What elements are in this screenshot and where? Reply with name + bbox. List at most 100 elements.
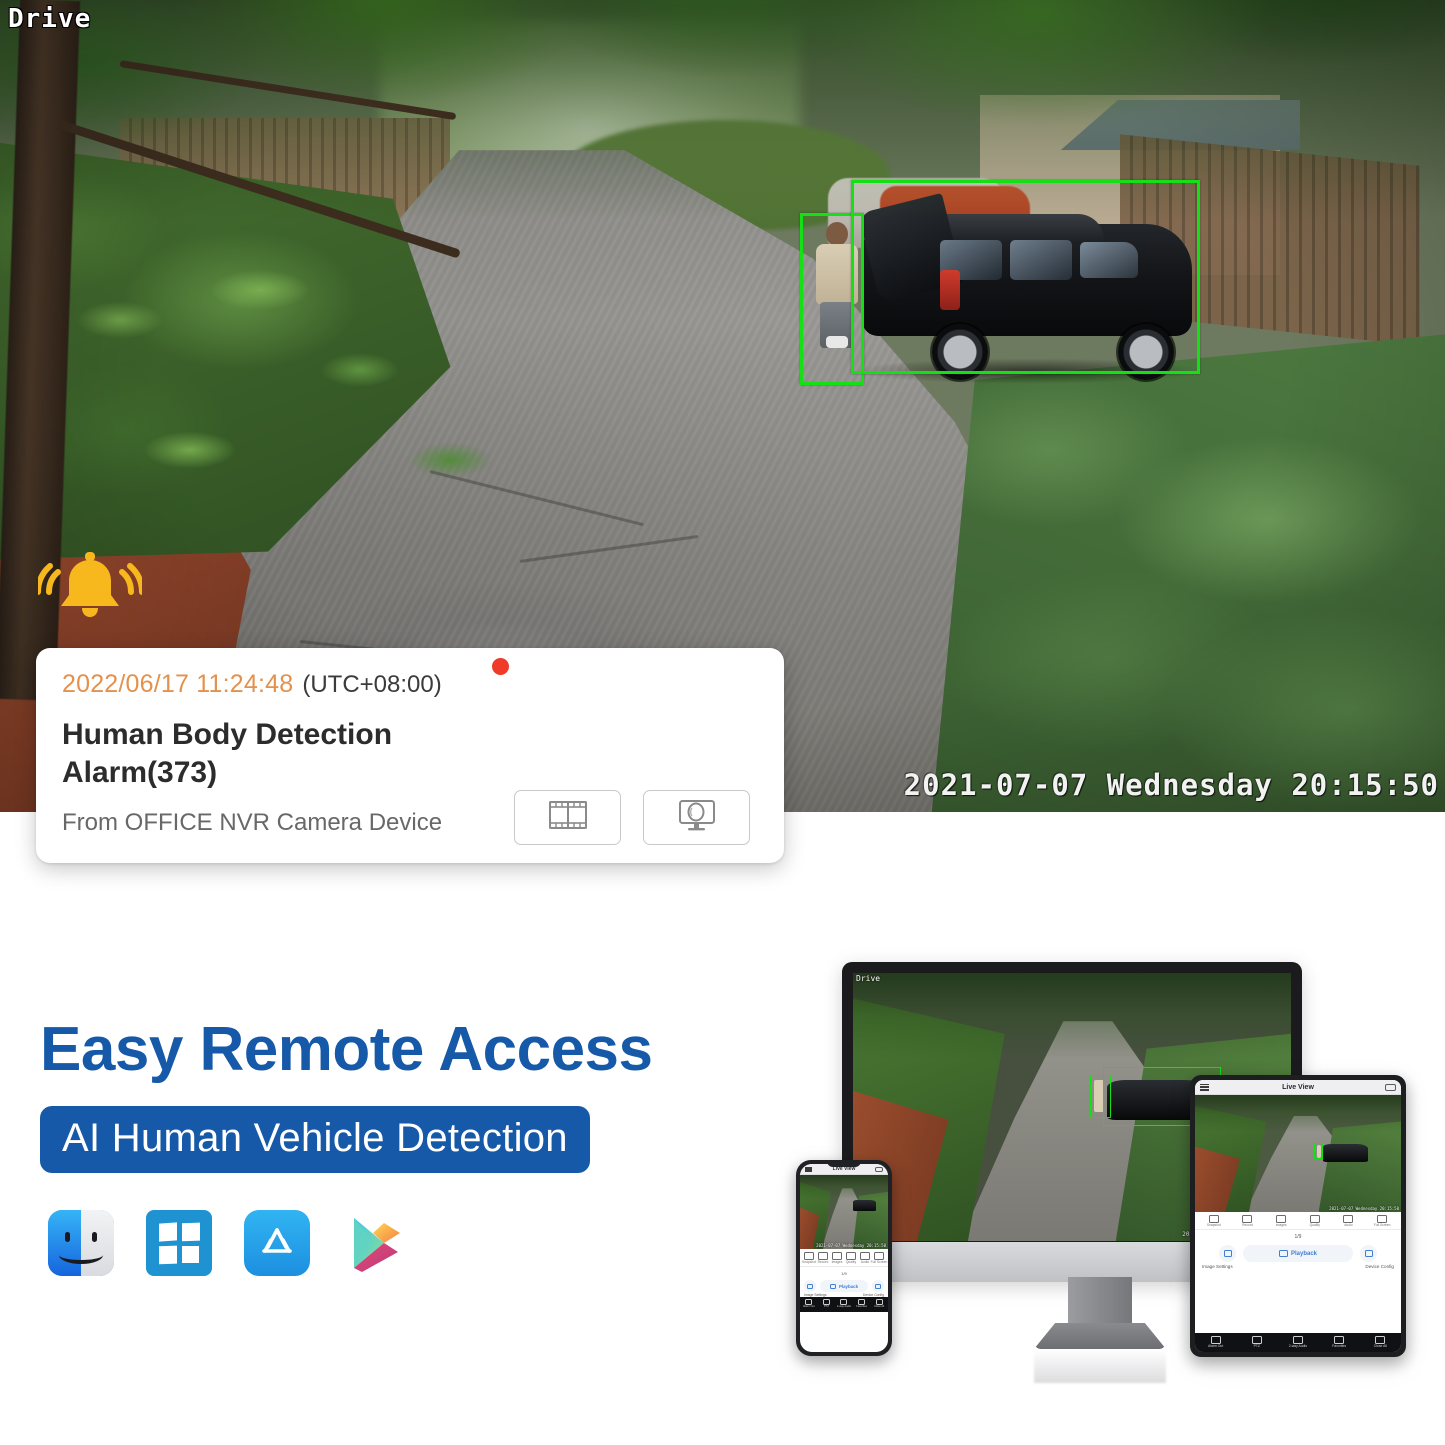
playback-button[interactable]: Playback <box>820 1280 868 1293</box>
live-view-button[interactable] <box>643 790 750 845</box>
nav-label: Close All <box>874 1305 885 1309</box>
unread-indicator-dot <box>492 658 509 675</box>
nav-label: 2-way Audio <box>836 1305 852 1309</box>
nav-item-favorites[interactable]: Favorites <box>1320 1335 1359 1348</box>
toolbar-item-record[interactable]: Record <box>816 1252 829 1264</box>
hamburger-menu-icon[interactable] <box>1200 1083 1209 1091</box>
hamburger-menu-icon[interactable] <box>805 1166 812 1172</box>
image-settings-button[interactable] <box>1219 1245 1236 1263</box>
images-icon <box>1276 1215 1287 1223</box>
nav-item-ptz[interactable]: PTZ <box>1237 1335 1276 1348</box>
device-config-button[interactable] <box>872 1280 884 1293</box>
phone-screen[interactable]: Live View 2021-07-07 Wednesday 20:15:50 … <box>800 1164 888 1352</box>
tablet-action-labels: Image Settings Device Config <box>1195 1262 1401 1269</box>
phone-bottom-nav: Alarm Out PTZ 2-way Audio Favorites Clos… <box>800 1297 888 1312</box>
phone-notch <box>827 1160 861 1167</box>
alarm-notification-card[interactable]: 2022/06/17 11:24:48 (UTC+08:00) Human Bo… <box>36 648 784 863</box>
nav-item-two-way-audio[interactable]: 2-way Audio <box>1278 1335 1317 1348</box>
close-all-icon <box>1375 1335 1386 1344</box>
bush-right <box>930 330 1445 812</box>
film-strip-icon <box>547 799 589 836</box>
toolbar-item-snapshot[interactable]: Snapshot <box>802 1252 816 1264</box>
device-config-button[interactable] <box>1360 1245 1377 1263</box>
toolbar-label: Full Screen <box>870 1260 888 1264</box>
tablet-video-pane[interactable]: 2021-07-07 Wednesday 20:15:50 <box>1195 1095 1401 1212</box>
toolbar-label: Quality <box>1309 1223 1320 1227</box>
toolbar-item-fullscreen[interactable]: Full Screen <box>870 1252 888 1264</box>
toolbar-label: Images <box>1275 1223 1287 1227</box>
phone-action-row: Playback <box>800 1278 888 1293</box>
nav-item-ptz[interactable]: PTZ <box>818 1299 835 1309</box>
finder-eye <box>65 1232 70 1242</box>
tablet-content-spacer <box>1195 1269 1401 1333</box>
nav-label: Alarm Out <box>1207 1343 1224 1348</box>
app-store-icon[interactable] <box>244 1210 310 1276</box>
nav-item-two-way-audio[interactable]: 2-way Audio <box>836 1299 853 1309</box>
image-settings-label: Image Settings <box>804 1293 827 1298</box>
windows-pane <box>181 1222 199 1241</box>
alarm-out-icon <box>1210 1335 1221 1344</box>
tablet-mockup: Live View 2021-07-07 Wednesday 20:15:50 <box>1190 1075 1406 1357</box>
macos-finder-icon[interactable] <box>48 1210 114 1276</box>
two-way-audio-icon <box>1292 1335 1303 1344</box>
record-icon <box>818 1252 828 1260</box>
toolbar-item-audio[interactable]: Audio <box>1332 1215 1364 1227</box>
finder-left-face <box>48 1210 81 1276</box>
nav-item-close-all[interactable]: Close All <box>871 1299 888 1309</box>
nav-item-close-all[interactable]: Close All <box>1361 1335 1400 1348</box>
device-config-label: Device Config <box>862 1293 884 1298</box>
nav-label: 2-way Audio <box>1288 1343 1308 1348</box>
toolbar-item-quality[interactable]: Quality <box>844 1252 857 1264</box>
favorites-icon <box>1334 1335 1345 1344</box>
nav-label: Close All <box>1373 1343 1387 1348</box>
phone-video-pane[interactable]: 2021-07-07 Wednesday 20:15:50 <box>800 1175 888 1249</box>
video-clip-button[interactable] <box>514 790 621 845</box>
camera-osd-timestamp: 2021-07-07 Wednesday 20:15:50 <box>903 768 1439 802</box>
nav-label: Alarm Out <box>802 1305 815 1309</box>
toolbar-item-snapshot[interactable]: Snapshot <box>1198 1215 1230 1227</box>
toolbar-item-fullscreen[interactable]: Full Screen <box>1366 1215 1398 1227</box>
quality-icon <box>846 1252 856 1260</box>
camera-switch-icon[interactable] <box>1385 1083 1396 1091</box>
toolbar-item-images[interactable]: Images <box>830 1252 843 1264</box>
monitor-channel-label: Drive <box>856 974 881 983</box>
quality-icon <box>1309 1215 1320 1223</box>
monitor-camera-icon <box>676 798 718 837</box>
playback-button[interactable]: Playback <box>1243 1245 1353 1263</box>
nav-label: PTZ <box>1253 1343 1260 1348</box>
toolbar-item-quality[interactable]: Quality <box>1299 1215 1331 1227</box>
platform-icon-row <box>48 1210 408 1276</box>
toolbar-label: Record <box>817 1260 829 1264</box>
tablet-screen[interactable]: Live View 2021-07-07 Wednesday 20:15:50 <box>1195 1080 1401 1352</box>
nav-item-alarm-out[interactable]: Alarm Out <box>1196 1335 1235 1348</box>
nav-item-favorites[interactable]: Favorites <box>853 1299 870 1309</box>
finder-right-face <box>81 1210 114 1276</box>
toolbar-label: Snapshot <box>802 1260 816 1264</box>
tablet-action-row: Playback <box>1195 1242 1401 1263</box>
windows-pane <box>159 1245 177 1264</box>
monitor-reflection <box>1034 1349 1166 1383</box>
sliders-icon <box>807 1283 813 1289</box>
alert-datetime: 2022/06/17 11:24:48 <box>62 670 294 698</box>
alert-timezone: (UTC+08:00) <box>302 671 442 698</box>
google-play-icon[interactable] <box>342 1210 408 1276</box>
toolbar-item-record[interactable]: Record <box>1231 1215 1263 1227</box>
app-store-glyph <box>262 1228 292 1253</box>
toolbar-label: Audio <box>1344 1223 1353 1227</box>
nav-label: Favorites <box>1332 1343 1347 1348</box>
nav-item-alarm-out[interactable]: Alarm Out <box>800 1299 817 1309</box>
phone-page-indicator: 1/9 <box>841 1271 847 1277</box>
images-icon <box>832 1252 842 1260</box>
detection-box-vehicle <box>851 180 1200 374</box>
toolbar-label: Record <box>1242 1223 1253 1227</box>
windows-icon[interactable] <box>146 1210 212 1276</box>
nav-label: PTZ <box>823 1305 829 1309</box>
windows-pane <box>159 1222 177 1242</box>
alert-timestamp-row: 2022/06/17 11:24:48 (UTC+08:00) <box>62 658 758 699</box>
camera-channel-label: Drive <box>8 4 92 34</box>
fullscreen-icon <box>1377 1215 1388 1223</box>
camera-switch-icon[interactable] <box>875 1166 883 1172</box>
page-title: Easy Remote Access <box>40 1015 653 1084</box>
image-settings-button[interactable] <box>804 1280 816 1293</box>
toolbar-item-images[interactable]: Images <box>1265 1215 1297 1227</box>
